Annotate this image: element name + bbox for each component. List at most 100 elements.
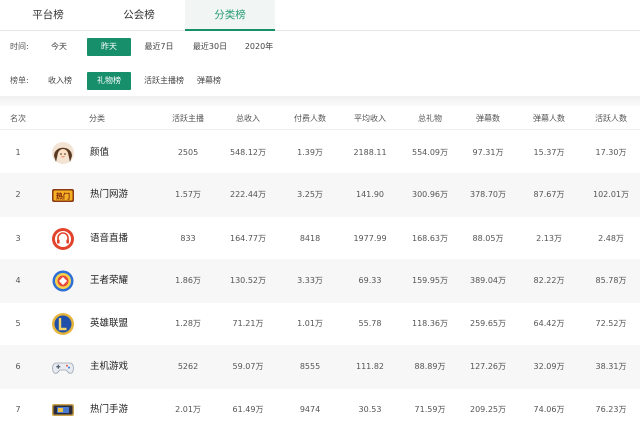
row-category-name[interactable]: 英雄联盟	[90, 302, 160, 346]
tab-guild-board[interactable]: 公会榜	[96, 0, 182, 31]
row-total-gifts: 168.63万	[412, 234, 448, 243]
row-avg-income: 69.33	[358, 276, 382, 285]
row-rank: 5	[15, 319, 21, 328]
row-danmaku-count: 209.25万	[470, 405, 506, 414]
gamepad-icon	[52, 362, 74, 374]
table-header: 名次 分类 活跃主播 总收入 付费人数 平均收入 总礼物 弹幕数 弹幕人数 活跃…	[0, 108, 640, 130]
board-option-active-anchor[interactable]: 活跃主播榜	[138, 72, 190, 90]
row-active-anchors: 1.57万	[175, 190, 201, 199]
row-total-gifts: 118.36万	[412, 319, 448, 328]
row-danmaku-count: 378.70万	[470, 190, 506, 199]
header-active-anchors: 活跃主播	[172, 114, 204, 123]
row-danmaku-users: 87.67万	[533, 190, 565, 199]
tab-category-board[interactable]: 分类榜	[185, 0, 275, 31]
row-danmaku-count: 88.05万	[472, 234, 504, 243]
radio-headphones-icon	[52, 228, 74, 250]
row-category-name[interactable]: 语音直播	[90, 217, 160, 261]
girl-avatar-icon	[52, 142, 74, 164]
row-paying-users: 8418	[299, 234, 321, 243]
time-filter: 时间: 今天 昨天 最近7日 最近30日 2020年	[0, 36, 640, 58]
table-row[interactable]: 4 王者荣耀 1.86万 130.52万 3.33万 69.33 159.95万…	[0, 259, 640, 303]
row-danmaku-count: 127.26万	[470, 362, 506, 371]
row-danmaku-count: 97.31万	[472, 148, 504, 157]
time-option-last-30-days[interactable]: 最近30日	[190, 38, 230, 56]
handheld-console-icon	[52, 404, 74, 416]
row-paying-users: 3.25万	[297, 190, 323, 199]
row-danmaku-users: 82.22万	[533, 276, 565, 285]
header-danmaku-users: 弹幕人数	[533, 114, 565, 123]
table-row[interactable]: 6 主机游戏 5262 59.07万 8555 111.82 88.89万 12…	[0, 345, 640, 389]
row-danmaku-users: 64.42万	[533, 319, 565, 328]
time-option-today[interactable]: 今天	[42, 38, 76, 56]
header-rank: 名次	[10, 114, 26, 123]
row-active-anchors: 1.28万	[175, 319, 201, 328]
row-avg-income: 141.90	[356, 190, 384, 199]
row-danmaku-users: 2.13万	[536, 234, 562, 243]
row-rank: 2	[15, 190, 21, 199]
board-filter-label: 榜单:	[10, 76, 29, 85]
row-active-anchors: 2505	[177, 148, 199, 157]
row-active-users: 85.78万	[595, 276, 627, 285]
row-rank: 7	[15, 405, 21, 414]
row-danmaku-users: 32.09万	[533, 362, 565, 371]
row-total-income: 222.44万	[230, 190, 266, 199]
row-paying-users: 9474	[299, 405, 321, 414]
row-category-name[interactable]: 主机游戏	[90, 345, 160, 389]
row-category-name[interactable]: 王者荣耀	[90, 259, 160, 303]
row-total-income: 130.52万	[230, 276, 266, 285]
header-active-users: 活跃人数	[595, 114, 627, 123]
row-danmaku-users: 74.06万	[533, 405, 565, 414]
row-total-income: 548.12万	[230, 148, 266, 157]
row-rank: 6	[15, 362, 21, 371]
league-of-legends-logo-icon	[52, 313, 74, 335]
row-active-users: 17.30万	[595, 148, 627, 157]
table-row[interactable]: 7 热门手游 2.01万 61.49万 9474 30.53 71.59万 20…	[0, 388, 640, 432]
top-nav: 平台榜 公会榜 分类榜	[0, 0, 640, 31]
table-row[interactable]: 1 颜值 2505 548.12万 1.39万 2188.11 554.09万 …	[0, 131, 640, 175]
row-category-name[interactable]: 颜值	[90, 131, 160, 175]
row-danmaku-users: 15.37万	[533, 148, 565, 157]
row-category-name[interactable]: 热门手游	[90, 388, 160, 432]
online-game-logo-icon: 热门	[52, 189, 74, 202]
table-row[interactable]: 2 热门 热门网游 1.57万 222.44万 3.25万 141.90 300…	[0, 173, 640, 217]
row-avg-income: 55.78	[358, 319, 382, 328]
row-avg-income: 111.82	[356, 362, 384, 371]
header-danmaku-count: 弹幕数	[476, 114, 500, 123]
row-total-gifts: 300.96万	[412, 190, 448, 199]
row-danmaku-count: 389.04万	[470, 276, 506, 285]
time-option-2020[interactable]: 2020年	[242, 38, 276, 56]
time-option-last-7-days[interactable]: 最近7日	[140, 38, 178, 56]
time-option-yesterday[interactable]: 昨天	[87, 38, 131, 56]
header-total-gifts: 总礼物	[418, 114, 442, 123]
row-rank: 3	[15, 234, 21, 243]
svg-text:热门: 热门	[56, 192, 70, 201]
time-filter-label: 时间:	[10, 42, 29, 51]
row-paying-users: 1.01万	[297, 319, 323, 328]
header-paying-users: 付费人数	[294, 114, 326, 123]
row-active-users: 76.23万	[595, 405, 627, 414]
row-avg-income: 2188.11	[353, 148, 387, 157]
honor-of-kings-logo-icon	[52, 270, 74, 292]
row-active-users: 102.01万	[593, 190, 629, 199]
header-total-income: 总收入	[236, 114, 260, 123]
row-paying-users: 8555	[299, 362, 321, 371]
row-total-gifts: 71.59万	[414, 405, 446, 414]
table-row[interactable]: 3 语音直播 833 164.77万 8418 1977.99 168.63万 …	[0, 217, 640, 261]
row-total-income: 59.07万	[232, 362, 264, 371]
row-paying-users: 1.39万	[297, 148, 323, 157]
row-rank: 4	[15, 276, 21, 285]
table-row[interactable]: 5 英雄联盟 1.28万 71.21万 1.01万 55.78 118.36万 …	[0, 302, 640, 346]
row-active-users: 38.31万	[595, 362, 627, 371]
row-active-anchors: 1.86万	[175, 276, 201, 285]
row-total-gifts: 88.89万	[414, 362, 446, 371]
row-active-users: 2.48万	[598, 234, 624, 243]
row-avg-income: 30.53	[358, 405, 382, 414]
row-active-anchors: 833	[180, 234, 196, 243]
board-option-income[interactable]: 收入榜	[43, 72, 77, 90]
board-filter: 榜单: 收入榜 礼物榜 活跃主播榜 弹幕榜	[0, 70, 640, 92]
row-total-gifts: 159.95万	[412, 276, 448, 285]
board-option-gift[interactable]: 礼物榜	[87, 72, 131, 90]
row-category-name[interactable]: 热门网游	[90, 173, 160, 217]
tab-platform-board[interactable]: 平台榜	[0, 0, 96, 31]
board-option-danmaku[interactable]: 弹幕榜	[192, 72, 226, 90]
